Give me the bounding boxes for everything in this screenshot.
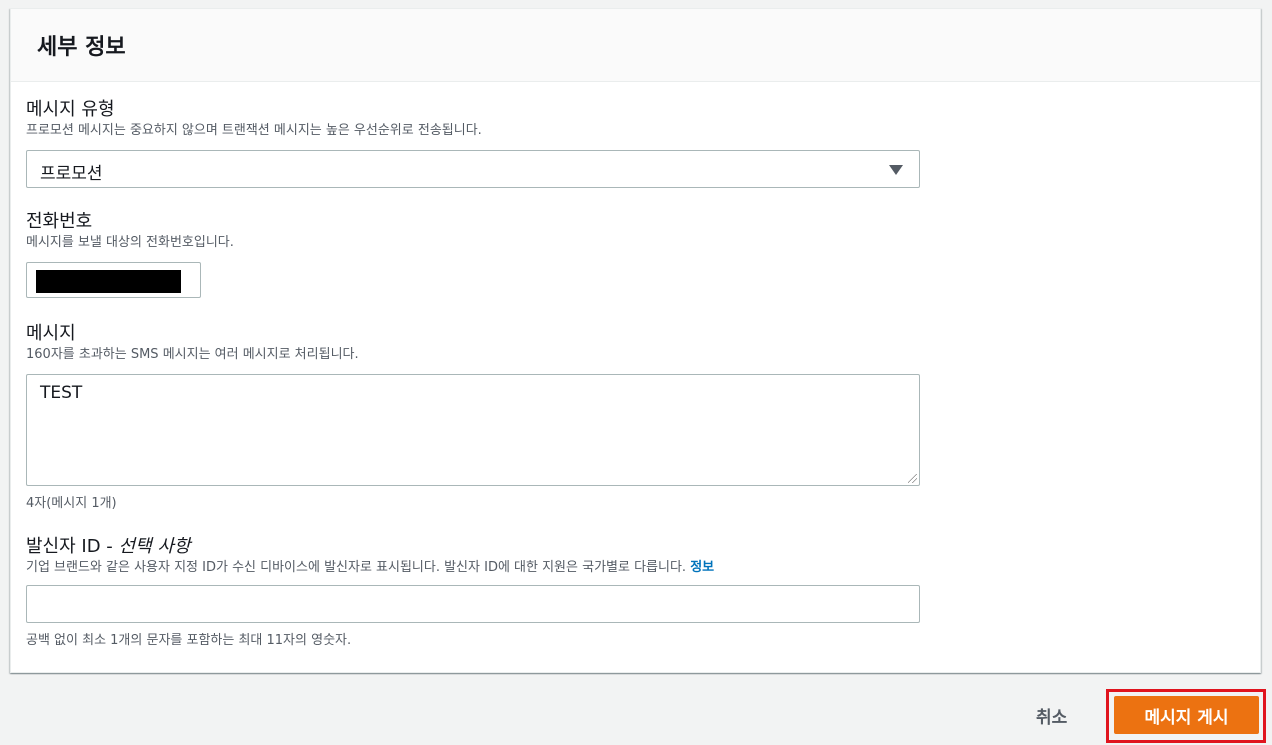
- info-link[interactable]: 정보: [690, 560, 714, 575]
- message-description: 160자를 초과하는 SMS 메시지는 여러 메시지로 처리됩니다.: [26, 347, 359, 362]
- phone-field: 전화번호 메시지를 보낼 대상의 전화번호입니다.: [26, 211, 234, 252]
- panel-title: 세부 정보: [37, 35, 126, 60]
- publish-message-button[interactable]: 메시지 게시: [1114, 696, 1259, 734]
- sender-id-field: 발신자 ID - 선택 사항 기업 브랜드와 같은 사용자 지정 ID가 수신 …: [26, 536, 714, 577]
- message-type-select[interactable]: 프로모션: [26, 150, 920, 188]
- message-counter: 4자(메시지 1개): [26, 496, 117, 511]
- sender-id-optional-text: 선택 사항: [118, 536, 191, 557]
- phone-input[interactable]: [26, 262, 201, 298]
- sender-id-input[interactable]: [26, 585, 920, 623]
- message-type-selected-value: 프로모션: [40, 164, 103, 184]
- sender-id-hint: 공백 없이 최소 1개의 문자를 포함하는 최대 11자의 영숫자.: [26, 633, 352, 648]
- panel-header: 세부 정보: [11, 9, 1260, 82]
- cancel-button[interactable]: 취소: [1036, 703, 1067, 728]
- phone-description: 메시지를 보낼 대상의 전화번호입니다.: [26, 235, 234, 250]
- caret-down-icon: [889, 165, 903, 175]
- message-label: 메시지: [26, 323, 76, 344]
- sender-id-label: 발신자 ID - 선택 사항: [26, 536, 714, 558]
- message-type-description: 프로모션 메시지는 중요하지 않으며 트랜잭션 메시지는 높은 우선순위로 전송…: [26, 123, 482, 138]
- message-type-field: 메시지 유형 프로모션 메시지는 중요하지 않으며 트랜잭션 메시지는 높은 우…: [26, 99, 482, 140]
- sender-id-label-text: 발신자 ID -: [26, 536, 119, 557]
- phone-label: 전화번호: [26, 211, 93, 232]
- message-value: TEST: [40, 383, 83, 403]
- sender-id-description-text: 기업 브랜드와 같은 사용자 지정 ID가 수신 디바이스에 발신자로 표시됩니…: [26, 560, 691, 575]
- resize-grip-icon[interactable]: [908, 474, 917, 483]
- sender-id-description: 기업 브랜드와 같은 사용자 지정 ID가 수신 디바이스에 발신자로 표시됩니…: [26, 559, 714, 577]
- message-type-label: 메시지 유형: [26, 99, 115, 120]
- publish-message-label: 메시지 게시: [1144, 707, 1229, 728]
- message-field: 메시지 160자를 초과하는 SMS 메시지는 여러 메시지로 처리됩니다.: [26, 323, 359, 364]
- message-textarea[interactable]: TEST: [26, 374, 920, 486]
- redacted-phone-value: [36, 270, 181, 293]
